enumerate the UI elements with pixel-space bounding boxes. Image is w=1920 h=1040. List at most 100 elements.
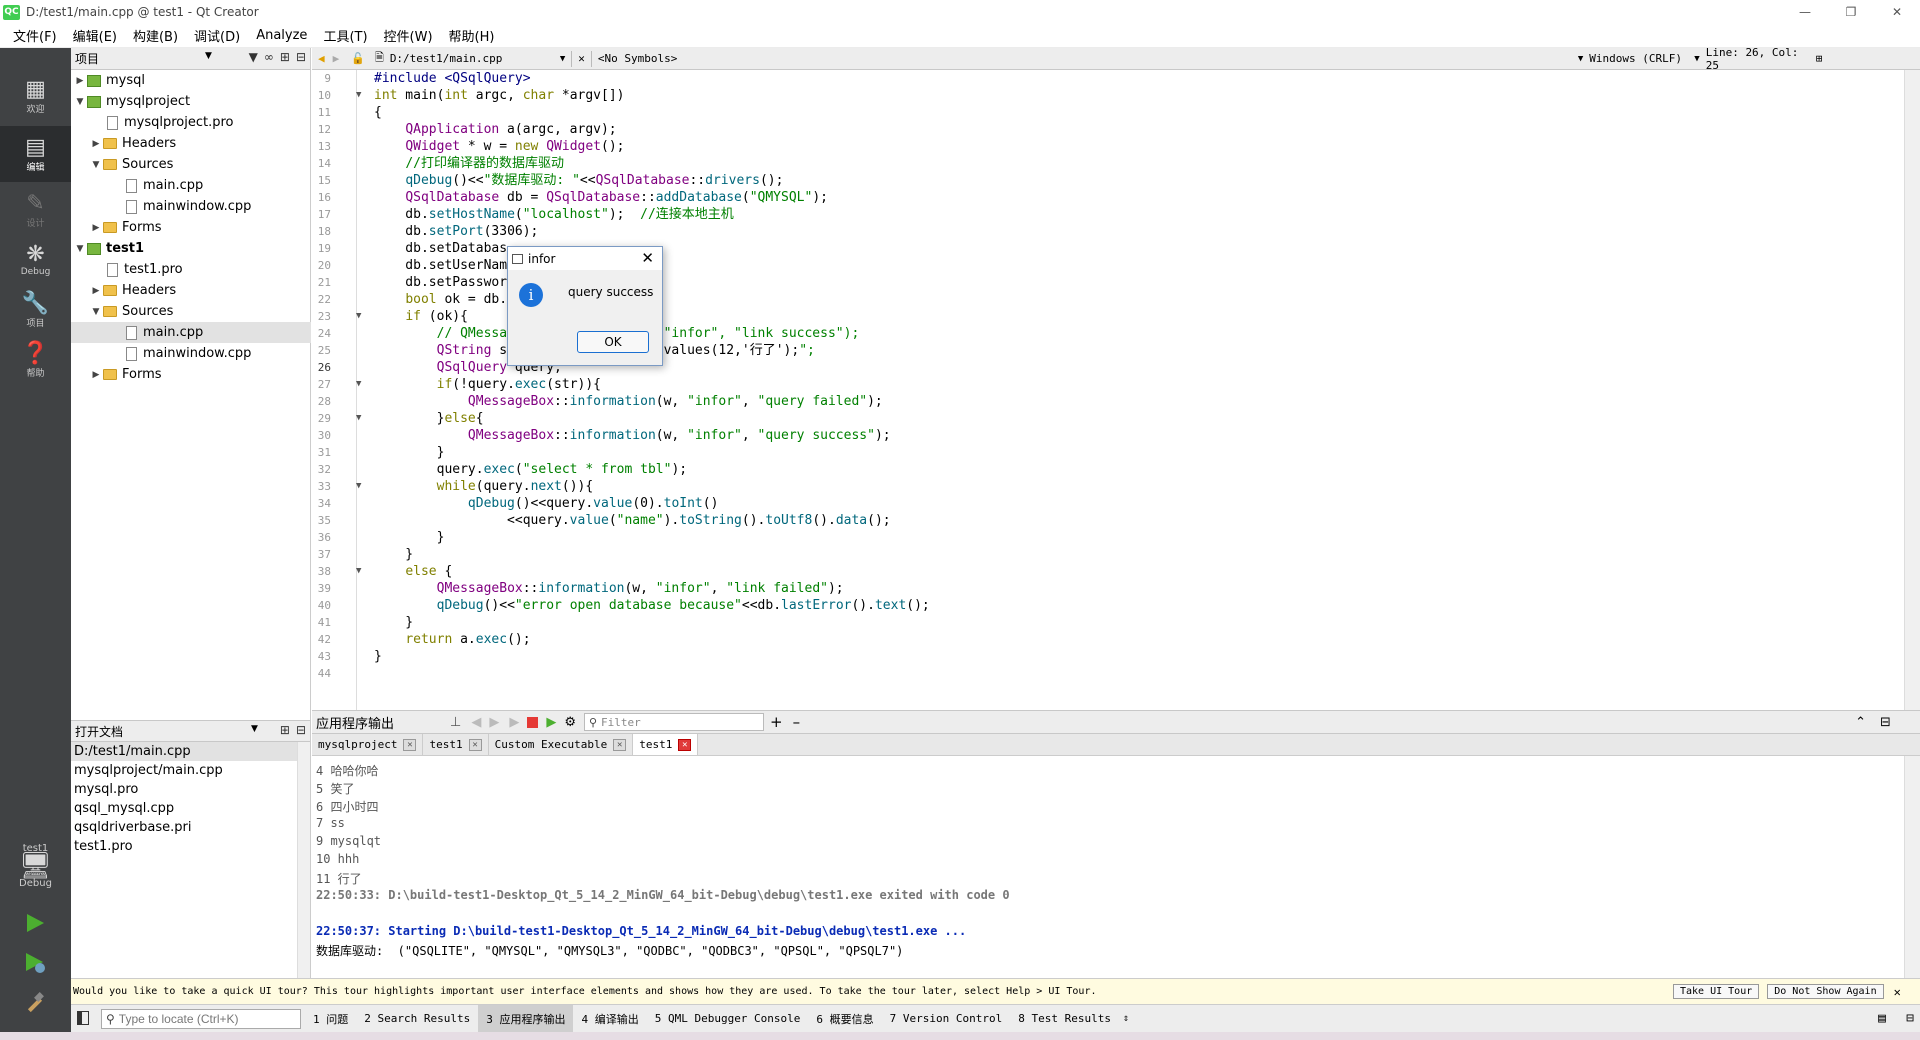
menu-help[interactable]: 帮助(H) [441, 26, 503, 45]
split-icon[interactable]: ⊞ [280, 723, 290, 737]
collapse-arrow-icon[interactable]: ▼ [89, 307, 103, 317]
mode-design[interactable]: ✎ 设计 [0, 182, 71, 238]
code-text[interactable]: #include <QSqlQuery> int main(int argc, c… [374, 70, 1900, 710]
collapse-arrow-icon[interactable]: ▼ [89, 160, 103, 170]
mode-debug[interactable]: ❋ Debug [0, 232, 71, 288]
tree-item-mysqlproject[interactable]: ▼ mysqlproject [71, 91, 311, 112]
maximize-icon[interactable]: ❐ [1828, 0, 1874, 24]
close-icon[interactable]: ✕ [1874, 0, 1920, 24]
menu-analyze[interactable]: Analyze [248, 28, 315, 43]
tree-item-mainwindow-cpp[interactable]: mainwindow.cpp [71, 343, 311, 364]
tree-item-sources[interactable]: ▼ Sources [71, 301, 311, 322]
close-progress-icon[interactable]: ⊟ [1906, 1011, 1914, 1026]
tree-item-mysql[interactable]: ▶ mysql [71, 70, 311, 91]
debug-icon[interactable]: ▶ [546, 715, 556, 730]
code-editor[interactable]: 9 10 ▼ 11 12 13 14 15 16 17 18 19 20 21 22 23 ▼ 24 25 26 27 ▼… [312, 70, 1920, 710]
menu-build[interactable]: 构建(B) [125, 26, 186, 45]
zoom-in-icon[interactable]: + [770, 713, 783, 731]
mode-help[interactable]: ❓ 帮助 [0, 332, 71, 388]
editor-scrollbar[interactable] [1904, 70, 1920, 710]
status-tab-compile-output[interactable]: 4 编译输出 [573, 1005, 646, 1033]
symbols-selector[interactable]: <No Symbols> [598, 52, 1578, 65]
close-pane-icon[interactable]: ⊟ [1880, 715, 1891, 730]
symbols-dropdown-icon[interactable]: ▼ [1578, 54, 1583, 64]
list-item[interactable]: mysql.pro [71, 780, 310, 799]
tree-item-headers[interactable]: ▶ Headers [71, 280, 311, 301]
attach-icon[interactable]: ⊥ [450, 715, 461, 730]
expand-arrow-icon[interactable]: ▶ [89, 370, 103, 380]
kit-selector[interactable]: test1 🖥 Debug [0, 826, 71, 906]
mode-projects[interactable]: 🔧 项目 [0, 282, 71, 338]
tab-close-icon[interactable]: ✕ [403, 738, 417, 751]
fold-marker-icon[interactable]: ▼ [356, 563, 366, 580]
split-icon[interactable]: ⊞ [280, 50, 290, 64]
minimize-icon[interactable]: — [1782, 0, 1828, 24]
tab-close-icon[interactable]: ✕ [468, 738, 482, 751]
stop-icon[interactable] [527, 716, 539, 728]
close-panel-icon[interactable]: ⊟ [296, 723, 306, 737]
encoding-selector[interactable]: Windows (CRLF) [1589, 52, 1694, 65]
close-document-icon[interactable]: ✕ [578, 52, 585, 65]
fold-marker-icon[interactable]: ▼ [356, 478, 366, 495]
expand-arrow-icon[interactable]: ▶ [89, 139, 103, 149]
menu-file[interactable]: 文件(F) [5, 26, 65, 45]
link-icon[interactable]: ∞ [264, 50, 274, 64]
mode-edit[interactable]: ▤ 编辑 [0, 126, 71, 182]
expand-arrow-icon[interactable]: ▶ [89, 223, 103, 233]
run-button[interactable] [20, 908, 50, 938]
output-filter-input[interactable]: ⚲ Filter [583, 713, 764, 731]
tree-item-main-cpp[interactable]: main.cpp [71, 175, 311, 196]
projects-dropdown-icon[interactable]: ▼ [205, 51, 212, 61]
tree-item-forms[interactable]: ▶ Forms [71, 217, 311, 238]
settings-gear-icon[interactable]: ⚙ [564, 715, 576, 730]
output-tab-test1-active[interactable]: test1 ✕ [633, 734, 699, 755]
back-icon[interactable]: ◀ [318, 52, 325, 65]
output-scrollbar[interactable] [1904, 756, 1920, 978]
list-item[interactable]: qsql_mysql.cpp [71, 799, 310, 818]
fold-marker-icon[interactable]: ▼ [356, 410, 366, 427]
expand-arrow-icon[interactable]: ▶ [73, 76, 87, 86]
collapse-arrow-icon[interactable]: ▼ [73, 244, 87, 254]
tab-close-icon[interactable]: ✕ [678, 738, 692, 751]
menu-widgets[interactable]: 控件(W) [376, 26, 441, 45]
status-tab-general-messages[interactable]: 6 概要信息 [808, 1005, 881, 1033]
progress-details-icon[interactable]: ▤ [1878, 1011, 1886, 1026]
mode-welcome[interactable]: ▦ 欢迎 [0, 68, 71, 124]
split-editor-icon[interactable]: ⊞ [1816, 52, 1823, 65]
fold-marker-icon[interactable]: ▼ [356, 87, 366, 104]
dialog-close-icon[interactable]: ✕ [641, 249, 654, 267]
status-tab-test-results[interactable]: 8 Test Results [1010, 1005, 1119, 1033]
debug-run-button[interactable] [20, 948, 50, 978]
tour-close-icon[interactable]: ✕ [1894, 985, 1901, 999]
ok-button[interactable]: OK [577, 331, 649, 353]
toggle-sidebar-icon[interactable] [77, 1011, 89, 1025]
tab-close-icon[interactable]: ✕ [613, 738, 627, 751]
tree-item-sources[interactable]: ▼ Sources [71, 154, 311, 175]
build-button[interactable] [20, 988, 50, 1018]
fold-marker-icon[interactable]: ▼ [356, 308, 366, 325]
fold-marker-icon[interactable]: ▼ [356, 376, 366, 393]
rerun-icon[interactable]: ▶ [509, 715, 519, 730]
menu-tools[interactable]: 工具(T) [315, 26, 375, 45]
collapse-arrow-icon[interactable]: ▼ [73, 97, 87, 107]
zoom-out-icon[interactable]: – [793, 713, 801, 731]
prev-icon[interactable]: ◀ [471, 715, 481, 730]
tree-item-test1[interactable]: ▼ test1 [71, 238, 311, 259]
encoding-dropdown-icon[interactable]: ▼ [1694, 54, 1699, 64]
tree-item-test1-pro[interactable]: test1.pro [71, 259, 311, 280]
output-tab-test1[interactable]: test1 ✕ [423, 734, 489, 755]
file-dropdown-icon[interactable]: ▼ [560, 54, 565, 64]
tree-item-mysqlproject-pro[interactable]: mysqlproject.pro [71, 112, 311, 133]
status-tab-search-results[interactable]: 2 Search Results [356, 1005, 478, 1033]
do-not-show-again-button[interactable]: Do Not Show Again [1767, 984, 1884, 999]
tree-item-forms[interactable]: ▶ Forms [71, 364, 311, 385]
output-tab-mysqlproject[interactable]: mysqlproject ✕ [312, 734, 424, 755]
status-tab-application-output[interactable]: 3 应用程序输出 [478, 1004, 574, 1033]
locator-input[interactable]: ⚲ Type to locate (Ctrl+K) [101, 1008, 301, 1029]
next-icon[interactable]: ▶ [489, 715, 499, 730]
take-ui-tour-button[interactable]: Take UI Tour [1673, 984, 1760, 999]
application-output[interactable]: 4 哈哈你哈 5 笑了 6 四小时四 7 ss 9 mysqlqt 10 hhh 11 行了… [312, 756, 1920, 978]
list-item[interactable]: test1.pro [71, 837, 310, 856]
status-tab-qml-debugger-console[interactable]: 5 QML Debugger Console [647, 1005, 809, 1033]
status-tab-issues[interactable]: 1 问题 [305, 1005, 356, 1033]
